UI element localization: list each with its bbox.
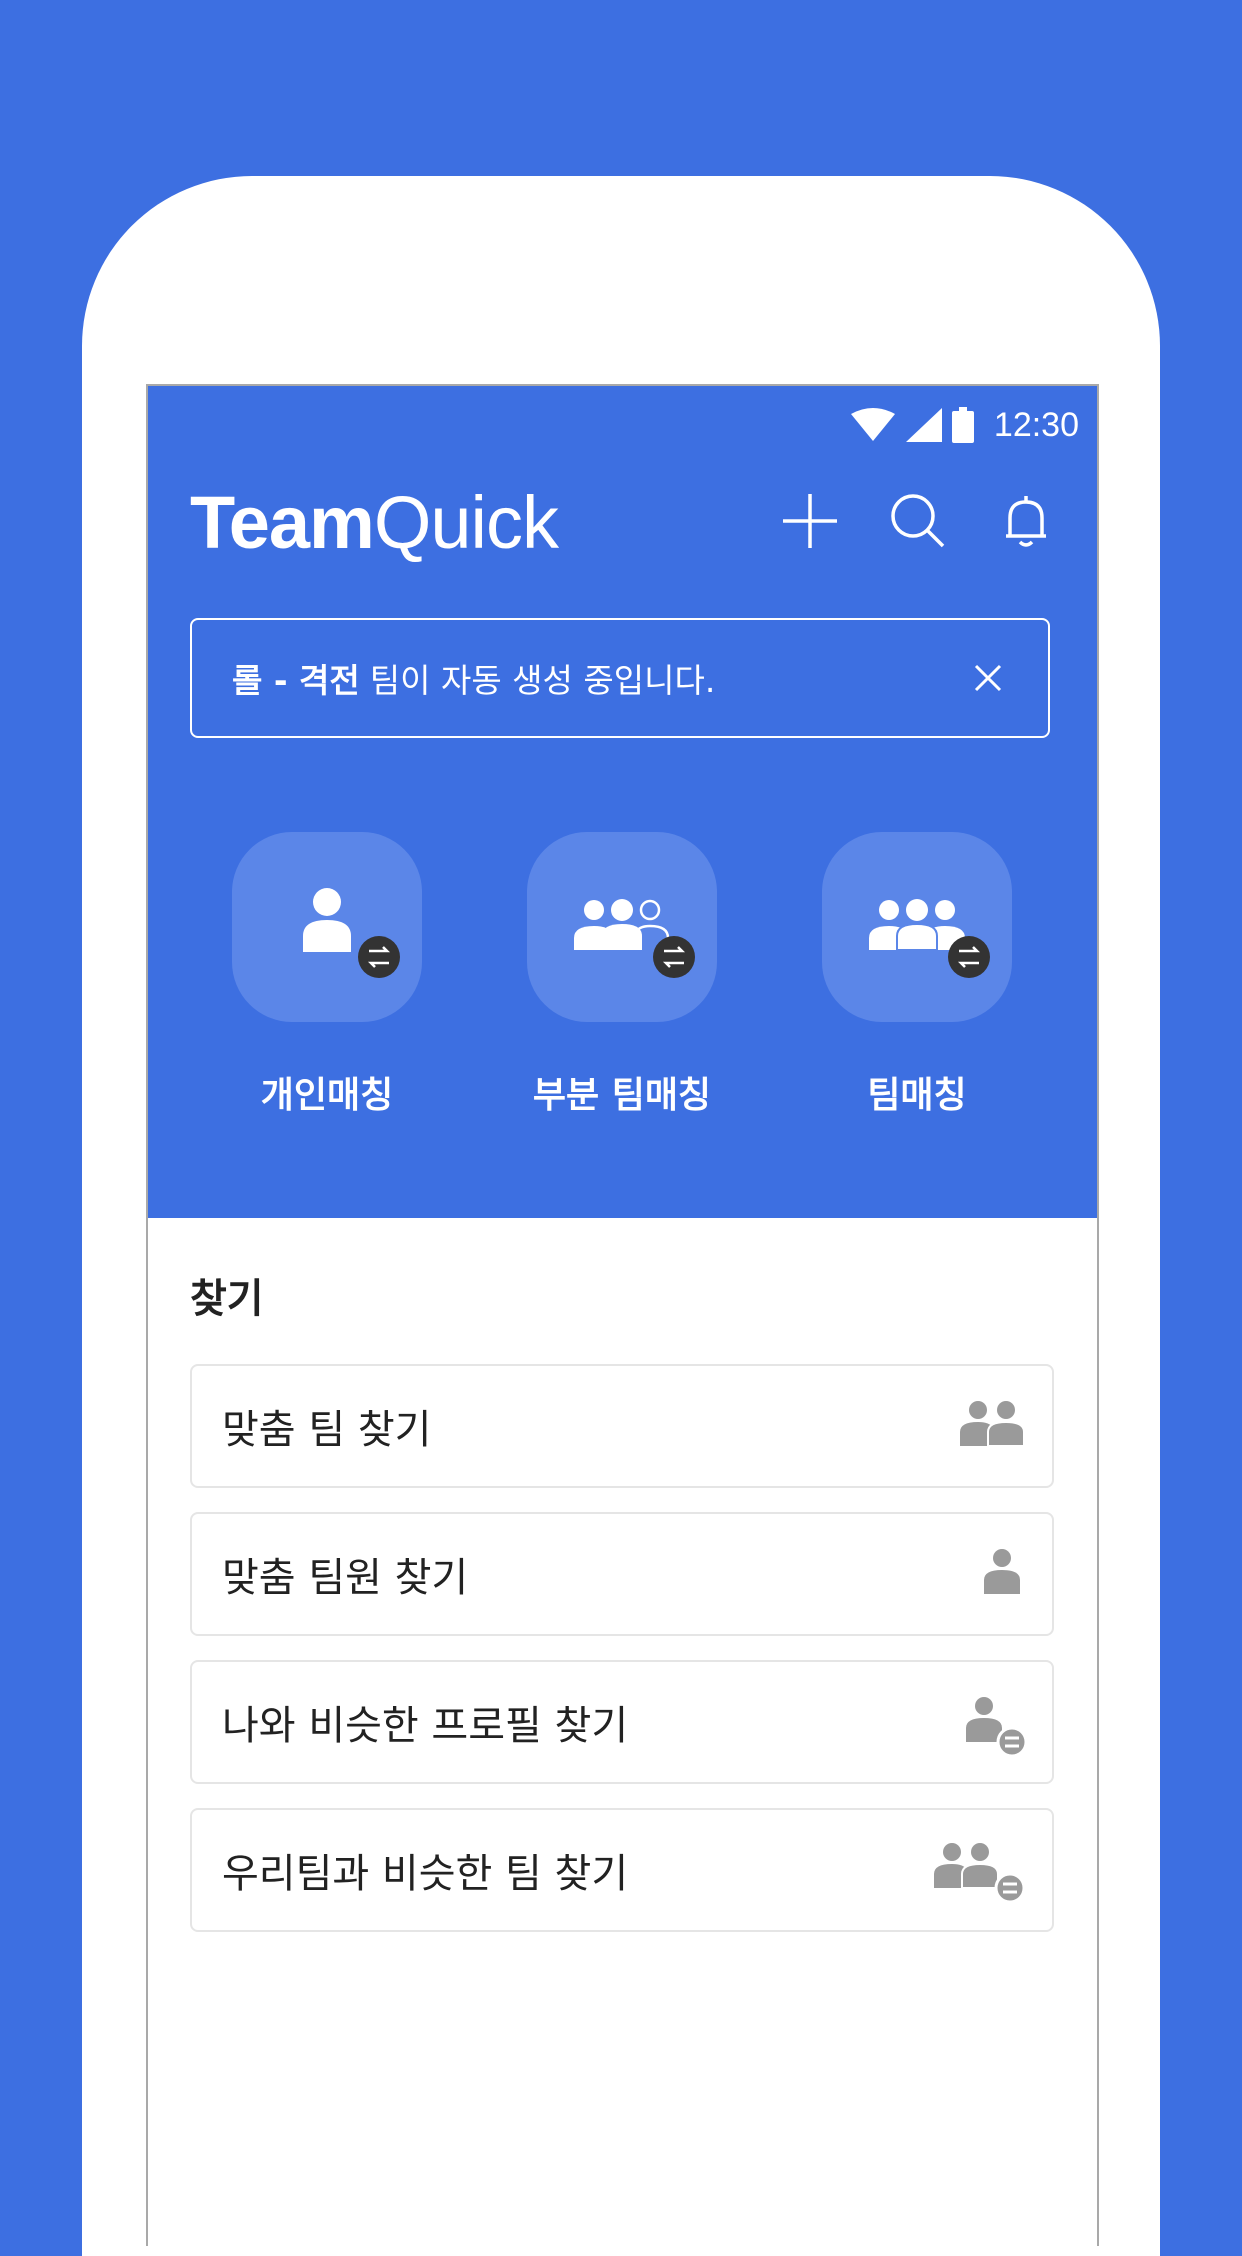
partial-team-matching-button[interactable] xyxy=(527,832,717,1022)
list-item-label: 맞춤 팀 찾기 xyxy=(222,1407,432,1453)
find-section-title: 찾기 xyxy=(190,1276,264,1322)
team-swap-icon xyxy=(869,899,990,978)
partial-team-matching-label: 부분 팀매칭 xyxy=(532,1075,712,1116)
header-actions xyxy=(779,490,1057,552)
team-matching-label: 팀매칭 xyxy=(867,1075,967,1116)
logo-team: Team xyxy=(190,481,375,564)
banner-highlight: 롤 - 격전 xyxy=(232,661,360,700)
list-item-label: 우리팀과 비슷한 팀 찾기 xyxy=(222,1851,629,1897)
app-screen: 12:30 TeamQuick 롤 - 격전 팀이 자동 생성 중입니다. 개인… xyxy=(146,384,1099,2246)
find-custom-member[interactable]: 맞춤 팀원 찾기 xyxy=(190,1512,1054,1636)
auto-team-banner: 롤 - 격전 팀이 자동 생성 중입니다. xyxy=(190,618,1050,738)
close-icon[interactable] xyxy=(970,660,1006,696)
individual-matching-button[interactable] xyxy=(232,832,422,1022)
find-similar-profile[interactable]: 나와 비슷한 프로필 찾기 xyxy=(190,1660,1054,1784)
logo-quick: Quick xyxy=(373,481,559,564)
status-bar: 12:30 xyxy=(850,400,1079,450)
banner-text: 팀이 자동 생성 중입니다. xyxy=(369,661,716,700)
list-item-label: 맞춤 팀원 찾기 xyxy=(222,1555,469,1601)
wifi-icon xyxy=(850,408,895,441)
hero-header: 12:30 TeamQuick 롤 - 격전 팀이 자동 생성 중입니다. 개인… xyxy=(148,386,1097,1218)
find-custom-team[interactable]: 맞춤 팀 찾기 xyxy=(190,1364,1054,1488)
individual-matching-label: 개인매칭 xyxy=(260,1075,394,1116)
list-item-label: 나와 비슷한 프로필 찾기 xyxy=(222,1703,629,1749)
signal-icon xyxy=(905,408,942,442)
person-swap-icon xyxy=(303,888,400,978)
partial-team-swap-icon xyxy=(574,899,695,978)
search-icon[interactable] xyxy=(887,490,949,552)
plus-icon[interactable] xyxy=(779,490,841,552)
team-matching-button[interactable] xyxy=(822,832,1012,1022)
two-people-icon xyxy=(960,1401,1025,1447)
team-equal-icon xyxy=(934,1843,1026,1904)
bell-icon[interactable] xyxy=(995,490,1057,552)
person-icon xyxy=(984,1549,1020,1594)
app-logo: TeamQuick xyxy=(190,486,559,560)
status-time: 12:30 xyxy=(993,405,1079,444)
person-equal-icon xyxy=(966,1697,1028,1758)
find-similar-team[interactable]: 우리팀과 비슷한 팀 찾기 xyxy=(190,1808,1054,1932)
battery-icon xyxy=(951,407,974,443)
